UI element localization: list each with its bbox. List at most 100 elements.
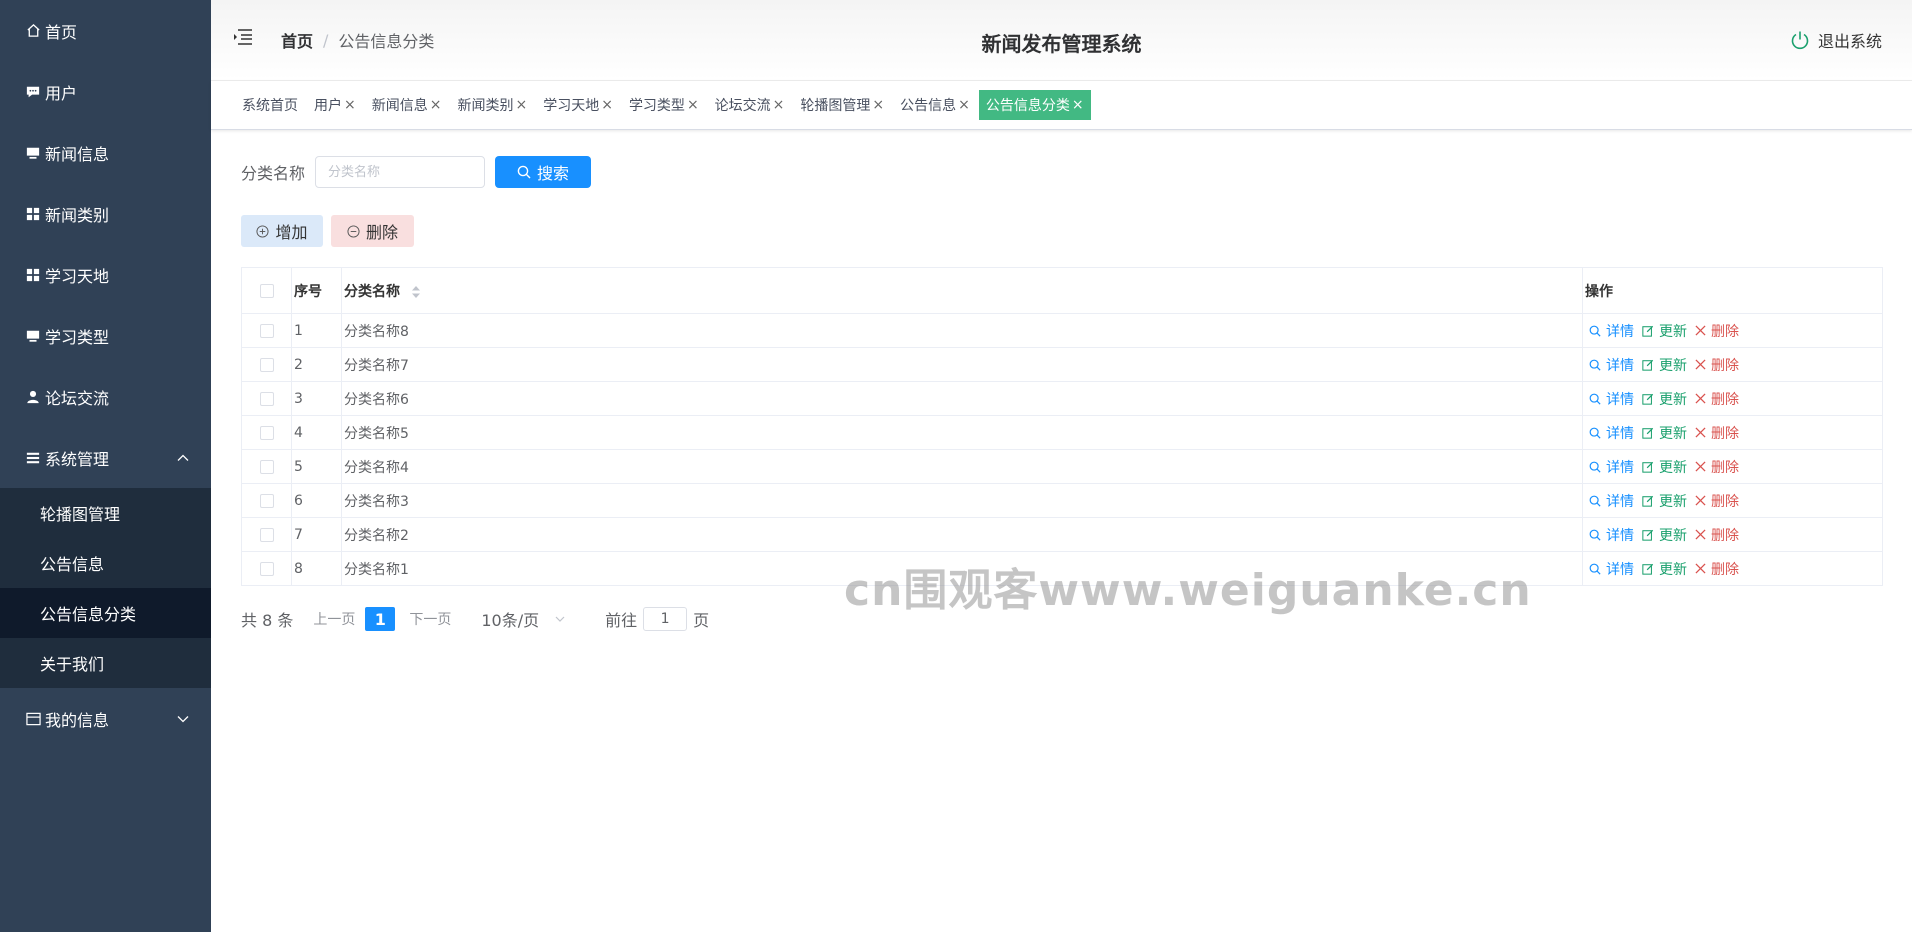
search-label: 分类名称 <box>241 164 306 183</box>
sidebar-item-system[interactable]: 系统管理 <box>0 427 211 488</box>
update-button[interactable]: 更新 <box>1642 355 1687 375</box>
detail-button[interactable]: 详情 <box>1589 355 1634 375</box>
sidebar-item-news[interactable]: 新闻信息 <box>0 122 211 183</box>
search-input[interactable] <box>315 156 486 188</box>
row-checkbox[interactable] <box>259 459 274 474</box>
delete-button[interactable]: 删除 <box>1695 321 1739 341</box>
tag-news-category[interactable]: 新闻类别 × <box>450 90 534 120</box>
close-icon[interactable]: × <box>773 97 785 113</box>
close-icon[interactable]: × <box>430 97 442 113</box>
grid-icon <box>24 205 42 223</box>
detail-button[interactable]: 详情 <box>1589 423 1634 443</box>
table-header-row: 序号 分类名称 操作 <box>241 267 1883 314</box>
update-button[interactable]: 更新 <box>1642 321 1687 341</box>
detail-button[interactable]: 详情 <box>1589 525 1634 545</box>
row-checkbox[interactable] <box>259 493 274 508</box>
sidebar-item-label: 学习类型 <box>45 327 110 347</box>
row-checkbox[interactable] <box>259 425 274 440</box>
batch-delete-button[interactable]: 删除 <box>331 215 414 247</box>
close-icon[interactable]: × <box>515 97 527 113</box>
delete-button[interactable]: 删除 <box>1695 457 1739 477</box>
sidebar-item-study[interactable]: 学习天地 <box>0 244 211 305</box>
tag-carousel[interactable]: 轮播图管理 × <box>793 90 891 120</box>
header-name[interactable]: 分类名称 <box>341 267 1583 314</box>
detail-label: 详情 <box>1606 493 1634 510</box>
sidebar-subitem-about[interactable]: 关于我们 <box>0 638 211 688</box>
sidebar-item-forum[interactable]: 论坛交流 <box>0 366 211 427</box>
update-label: 更新 <box>1659 527 1687 544</box>
table-row: 6 分类名称3 详情 更新 删除 <box>241 483 1883 518</box>
sidebar-subitem-notice-category[interactable]: 公告信息分类 <box>0 588 211 638</box>
tag-study[interactable]: 学习天地 × <box>536 90 620 120</box>
detail-button[interactable]: 详情 <box>1589 559 1634 579</box>
tag-notice[interactable]: 公告信息 × <box>893 90 977 120</box>
close-icon[interactable]: × <box>1072 97 1084 113</box>
search-button[interactable]: 搜索 <box>495 156 592 188</box>
update-button[interactable]: 更新 <box>1642 389 1687 409</box>
tag-forum[interactable]: 论坛交流 × <box>708 90 792 120</box>
page-number-button[interactable]: 1 <box>365 607 396 631</box>
close-icon[interactable]: × <box>344 97 356 113</box>
tag-notice-category[interactable]: 公告信息分类 × <box>978 90 1091 120</box>
detail-button[interactable]: 详情 <box>1589 321 1634 341</box>
update-button[interactable]: 更新 <box>1642 423 1687 443</box>
detail-button[interactable]: 详情 <box>1589 491 1634 511</box>
row-checkbox[interactable] <box>259 391 274 406</box>
close-icon[interactable]: × <box>601 97 613 113</box>
row-name: 分类名称7 <box>341 347 1583 382</box>
select-all-checkbox[interactable] <box>259 283 274 298</box>
close-icon[interactable]: × <box>958 97 970 113</box>
sidebar-toggle-icon[interactable] <box>233 28 253 46</box>
tag-label: 学习天地 <box>543 98 600 114</box>
close-icon <box>1695 325 1706 336</box>
sidebar-item-my-info[interactable]: 我的信息 <box>0 688 211 749</box>
delete-button[interactable]: 删除 <box>1695 525 1739 545</box>
breadcrumb-home[interactable]: 首页 <box>281 28 313 52</box>
close-icon <box>1695 529 1706 540</box>
update-button[interactable]: 更新 <box>1642 525 1687 545</box>
delete-button-label: 删除 <box>365 223 398 242</box>
update-button[interactable]: 更新 <box>1642 491 1687 511</box>
sidebar-item-study-type[interactable]: 学习类型 <box>0 305 211 366</box>
sidebar-item-news-category[interactable]: 新闻类别 <box>0 183 211 244</box>
logout-button[interactable]: 退出系统 <box>1790 28 1882 52</box>
sort-icon[interactable] <box>411 285 421 299</box>
next-page-button[interactable]: 下一页 <box>409 609 451 629</box>
tag-study-type[interactable]: 学习类型 × <box>622 90 706 120</box>
delete-button[interactable]: 删除 <box>1695 559 1739 579</box>
add-button[interactable]: 增加 <box>241 215 323 247</box>
row-checkbox[interactable] <box>259 357 274 372</box>
row-ops: 详情 更新 删除 <box>1582 551 1883 586</box>
search-icon <box>1589 461 1601 473</box>
row-checkbox[interactable] <box>259 323 274 338</box>
row-checkbox[interactable] <box>259 561 274 576</box>
update-button[interactable]: 更新 <box>1642 457 1687 477</box>
sidebar-subitem-notice[interactable]: 公告信息 <box>0 538 211 588</box>
search-icon <box>1589 427 1601 439</box>
sidebar-item-label: 学习天地 <box>45 266 110 286</box>
tag-users[interactable]: 用户 × <box>307 90 363 120</box>
detail-button[interactable]: 详情 <box>1589 457 1634 477</box>
delete-button[interactable]: 删除 <box>1695 355 1739 375</box>
delete-button[interactable]: 删除 <box>1695 423 1739 443</box>
close-icon[interactable]: × <box>687 97 699 113</box>
update-button[interactable]: 更新 <box>1642 559 1687 579</box>
tag-news[interactable]: 新闻信息 × <box>365 90 449 120</box>
row-index: 2 <box>291 347 342 382</box>
sidebar-item-home[interactable]: 首页 <box>0 0 211 61</box>
goto-page-input[interactable] <box>643 607 688 631</box>
sidebar-subitem-carousel[interactable]: 轮播图管理 <box>0 488 211 538</box>
prev-page-button[interactable]: 上一页 <box>313 609 355 629</box>
row-name: 分类名称4 <box>341 449 1583 484</box>
row-name: 分类名称8 <box>341 313 1583 348</box>
page-size-select[interactable]: 10条/页 <box>481 607 565 631</box>
sidebar-item-label: 新闻信息 <box>45 144 110 164</box>
row-checkbox[interactable] <box>259 527 274 542</box>
delete-button[interactable]: 删除 <box>1695 491 1739 511</box>
delete-button[interactable]: 删除 <box>1695 389 1739 409</box>
detail-button[interactable]: 详情 <box>1589 389 1634 409</box>
tag-home[interactable]: 系统首页 <box>235 90 305 120</box>
sidebar-item-users[interactable]: 用户 <box>0 61 211 122</box>
tag-label: 学习类型 <box>628 98 685 114</box>
close-icon[interactable]: × <box>872 97 884 113</box>
